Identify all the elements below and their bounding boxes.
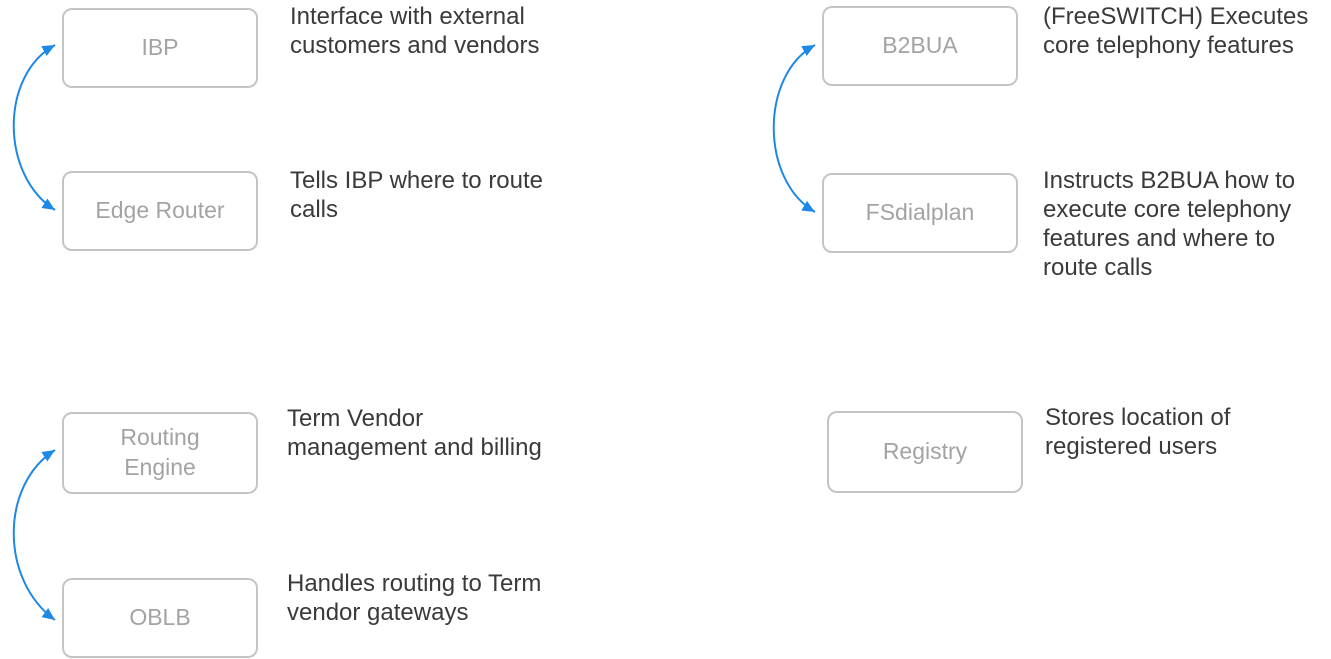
registry-box: Registry <box>827 411 1023 493</box>
b2bua-description: (FreeSWITCH) Executes core telephony fea… <box>1043 3 1309 59</box>
edge-router-description: Tells IBP where to route calls <box>290 167 544 223</box>
routing-engine-oblb-connector <box>12 449 56 621</box>
ibp-edge-router-connector <box>12 44 56 211</box>
b2bua-box: B2BUA <box>822 6 1018 86</box>
connector-layer <box>12 44 816 621</box>
ibp-description: Interface with external customers and ve… <box>290 3 540 59</box>
fsdialplan-box: FSdialplan <box>822 173 1018 253</box>
b2bua-fsdialplan-connector <box>772 44 816 213</box>
routing-engine-box: Routing Engine <box>62 412 258 494</box>
routing-engine-description: Term Vendor management and billing <box>287 405 542 461</box>
fsdialplan-description: Instructs B2BUA how to execute core tele… <box>1043 167 1296 281</box>
edge-router-box: Edge Router <box>62 171 258 251</box>
oblb-description: Handles routing to Term vendor gateways <box>287 570 542 626</box>
ibp-box: IBP <box>62 8 258 88</box>
registry-description: Stores location of registered users <box>1045 404 1231 460</box>
oblb-box: OBLB <box>62 578 258 658</box>
